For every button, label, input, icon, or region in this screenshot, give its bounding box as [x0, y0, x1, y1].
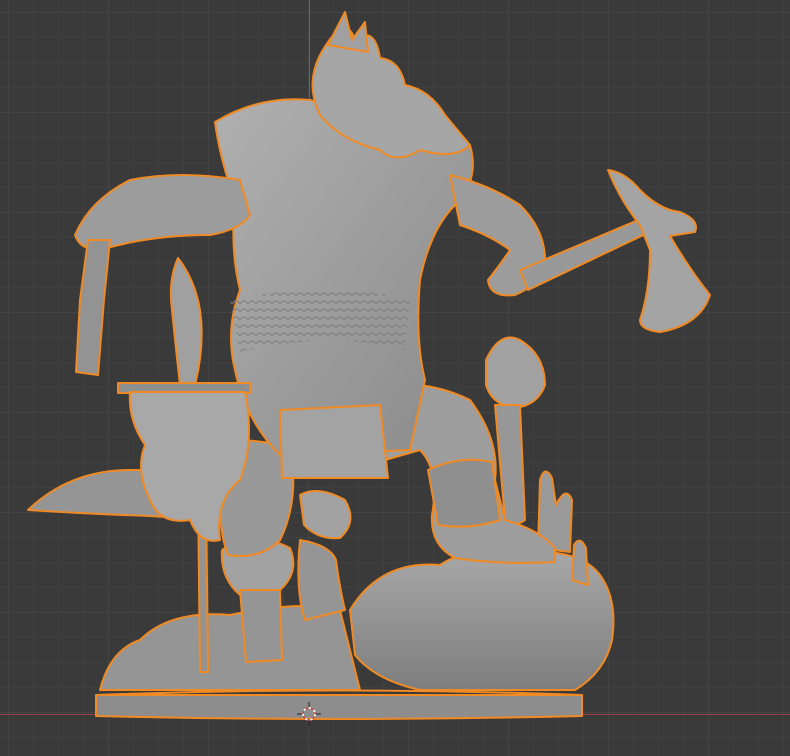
- cactus-stem-left: [239, 589, 283, 663]
- cactus-stem-center: [297, 539, 346, 621]
- cactus-small: [571, 539, 589, 586]
- weapon-axe: [519, 169, 711, 333]
- loincloth: [279, 404, 389, 479]
- 3d-viewport[interactable]: [0, 0, 790, 756]
- head-crest: [327, 11, 369, 53]
- model-render[interactable]: [0, 0, 790, 756]
- weapon-left: [75, 239, 111, 376]
- model-base: [95, 689, 583, 720]
- ground: [99, 605, 361, 691]
- 3d-cursor-icon[interactable]: [297, 702, 321, 726]
- boot-right: [427, 458, 501, 528]
- cactus-flower-right: [485, 336, 546, 409]
- torch: [169, 257, 203, 386]
- arm-left: [74, 174, 251, 251]
- cactus-flower-center: [299, 490, 352, 540]
